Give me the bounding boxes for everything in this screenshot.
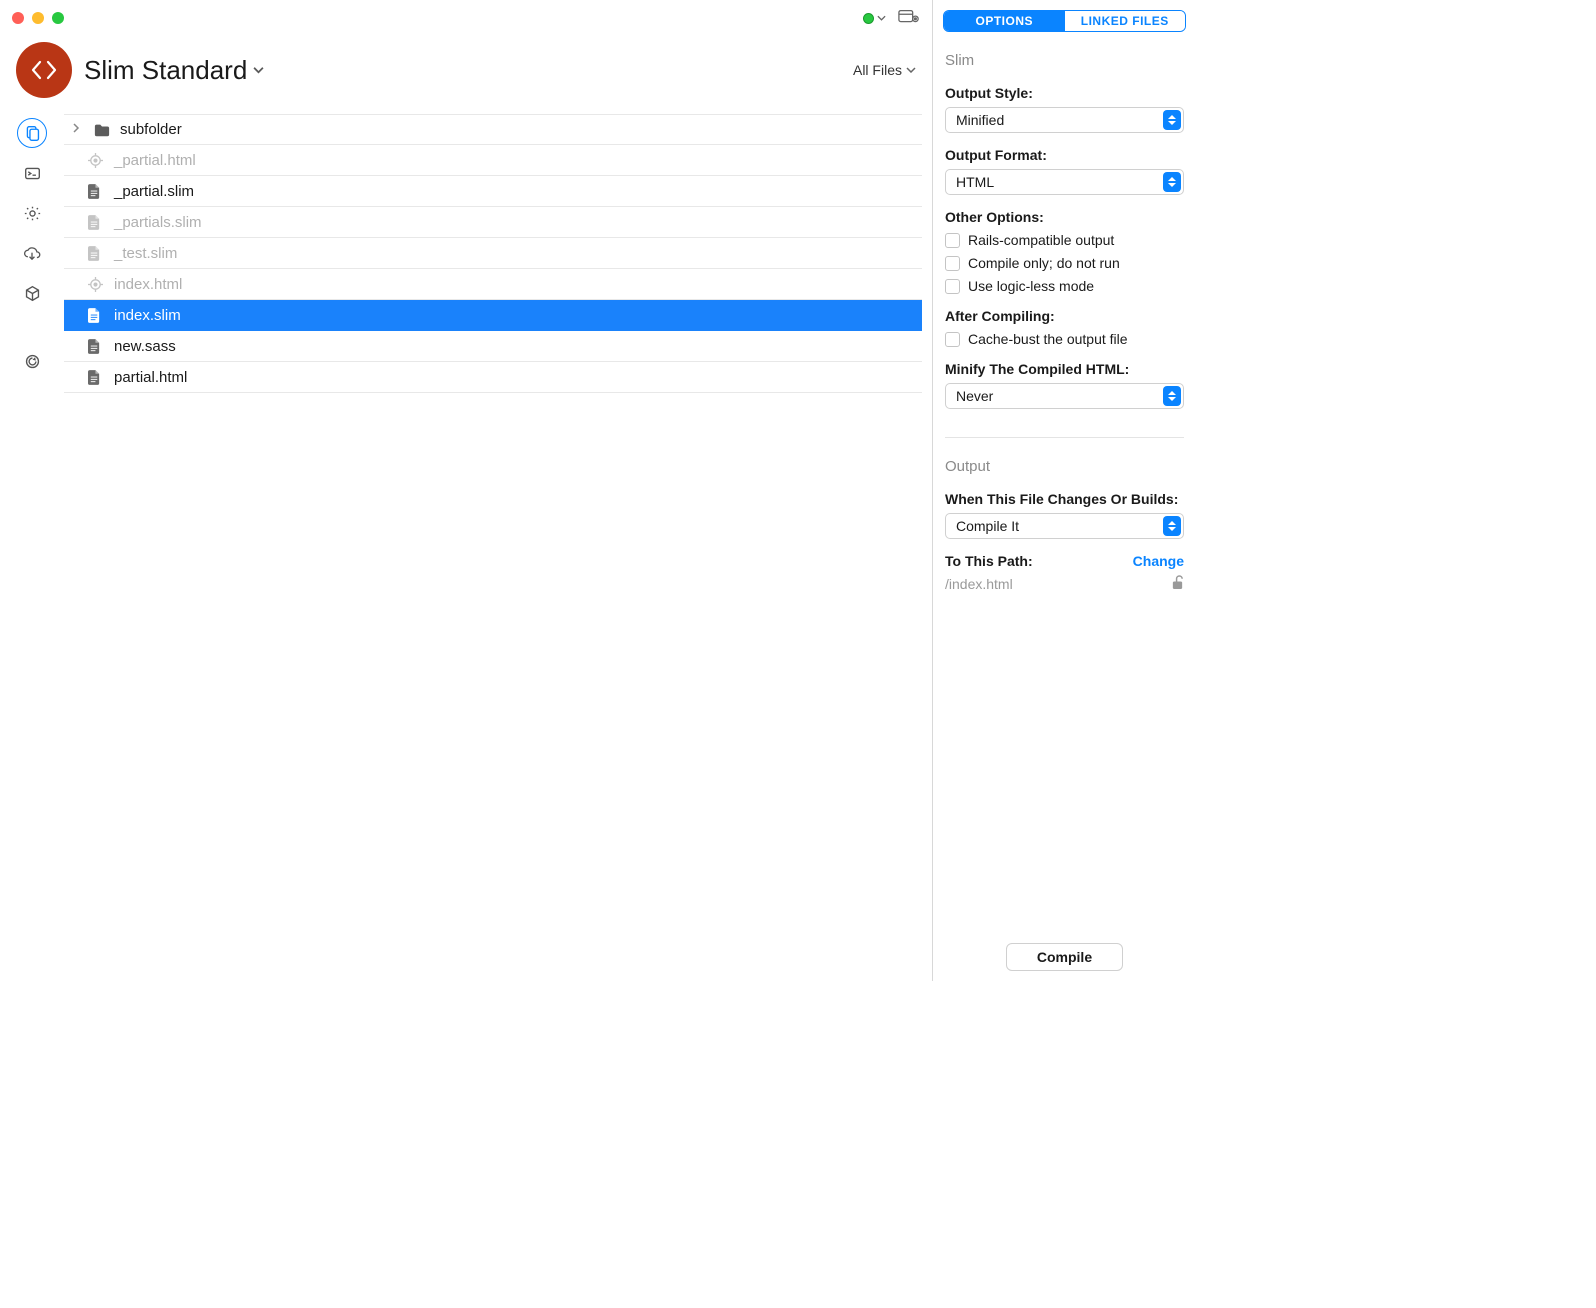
output-style-label: Output Style:	[945, 85, 1184, 101]
output-format-value: HTML	[956, 174, 994, 190]
chevron-down-icon	[253, 66, 264, 74]
file-name: partial.html	[114, 369, 187, 386]
file-row[interactable]: _partial.slim	[64, 176, 922, 207]
file-name: _partials.slim	[114, 214, 202, 231]
close-window-button[interactable]	[12, 12, 24, 24]
select-arrows-icon	[1163, 516, 1181, 536]
file-icon	[88, 370, 104, 385]
other-options-label: Other Options:	[945, 209, 1184, 225]
file-name: _partial.html	[114, 152, 196, 169]
unlock-icon[interactable]	[1171, 575, 1184, 592]
file-row[interactable]: new.sass	[64, 331, 922, 362]
output-section-title: Output	[945, 458, 1184, 475]
file-name: new.sass	[114, 338, 176, 355]
minify-select[interactable]: Never	[945, 383, 1184, 409]
minify-label: Minify The Compiled HTML:	[945, 361, 1184, 377]
rails-compatible-checkbox[interactable]	[945, 233, 960, 248]
preview-eye-icon[interactable]	[898, 9, 920, 28]
project-name-label: Slim Standard	[84, 55, 247, 86]
disclosure-triangle-icon[interactable]	[72, 123, 84, 136]
file-row[interactable]: index.html	[64, 269, 922, 300]
sidebar-rail	[0, 110, 64, 981]
file-row-folder[interactable]: subfolder	[64, 114, 922, 145]
output-style-select[interactable]: Minified	[945, 107, 1184, 133]
logicless-checkbox[interactable]	[945, 279, 960, 294]
rail-cloud-button[interactable]	[17, 238, 47, 268]
compile-only-label: Compile only; do not run	[968, 255, 1120, 271]
cache-bust-checkbox[interactable]	[945, 332, 960, 347]
inspector-tabs: OPTIONS LINKED FILES	[943, 10, 1186, 32]
target-icon	[88, 277, 104, 292]
chevron-down-icon	[906, 67, 916, 73]
language-section-title: Slim	[945, 52, 1184, 69]
file-row-selected[interactable]: index.slim	[64, 300, 922, 331]
file-filter-dropdown[interactable]: All Files	[853, 62, 916, 78]
logicless-label: Use logic-less mode	[968, 278, 1094, 294]
when-changes-select[interactable]: Compile It	[945, 513, 1184, 539]
server-status[interactable]	[863, 13, 886, 24]
project-name-dropdown[interactable]: Slim Standard	[84, 55, 264, 86]
compile-only-checkbox[interactable]	[945, 256, 960, 271]
minimize-window-button[interactable]	[32, 12, 44, 24]
output-path-value: /index.html	[945, 576, 1013, 592]
output-format-label: Output Format:	[945, 147, 1184, 163]
file-row[interactable]: _partial.html	[64, 145, 922, 176]
zoom-window-button[interactable]	[52, 12, 64, 24]
titlebar	[0, 0, 932, 36]
cache-bust-label: Cache-bust the output file	[968, 331, 1128, 347]
file-filter-label: All Files	[853, 62, 902, 78]
select-arrows-icon	[1163, 386, 1181, 406]
folder-icon	[94, 123, 110, 137]
to-path-label: To This Path:	[945, 553, 1033, 569]
file-name: subfolder	[120, 121, 182, 138]
divider	[945, 437, 1184, 438]
file-name: _partial.slim	[114, 183, 194, 200]
rail-refresh-button[interactable]	[17, 346, 47, 376]
rail-settings-button[interactable]	[17, 198, 47, 228]
rail-files-button[interactable]	[17, 118, 47, 148]
when-changes-label: When This File Changes Or Builds:	[945, 491, 1184, 507]
file-icon	[88, 308, 104, 323]
tab-linked-files[interactable]: LINKED FILES	[1065, 11, 1186, 31]
app-logo-icon	[16, 42, 72, 98]
file-row[interactable]: partial.html	[64, 362, 922, 393]
select-arrows-icon	[1163, 110, 1181, 130]
rail-package-button[interactable]	[17, 278, 47, 308]
file-name: _test.slim	[114, 245, 177, 262]
select-arrows-icon	[1163, 172, 1181, 192]
output-style-value: Minified	[956, 112, 1004, 128]
target-icon	[88, 153, 104, 168]
file-name: index.html	[114, 276, 182, 293]
chevron-down-icon	[877, 15, 886, 21]
file-icon	[88, 215, 104, 230]
file-icon	[88, 339, 104, 354]
tab-options[interactable]: OPTIONS	[944, 11, 1065, 31]
file-icon	[88, 246, 104, 261]
file-row[interactable]: _partials.slim	[64, 207, 922, 238]
minify-value: Never	[956, 388, 993, 404]
change-path-link[interactable]: Change	[1133, 553, 1184, 569]
file-name: index.slim	[114, 307, 181, 324]
rail-terminal-button[interactable]	[17, 158, 47, 188]
file-row[interactable]: _test.slim	[64, 238, 922, 269]
file-icon	[88, 184, 104, 199]
compile-button[interactable]: Compile	[1006, 943, 1123, 971]
file-list: subfolder _partial.html _partial.slim	[64, 110, 932, 981]
output-format-select[interactable]: HTML	[945, 169, 1184, 195]
after-compiling-label: After Compiling:	[945, 308, 1184, 324]
rails-compatible-label: Rails-compatible output	[968, 232, 1114, 248]
status-dot-icon	[863, 13, 874, 24]
when-changes-value: Compile It	[956, 518, 1019, 534]
